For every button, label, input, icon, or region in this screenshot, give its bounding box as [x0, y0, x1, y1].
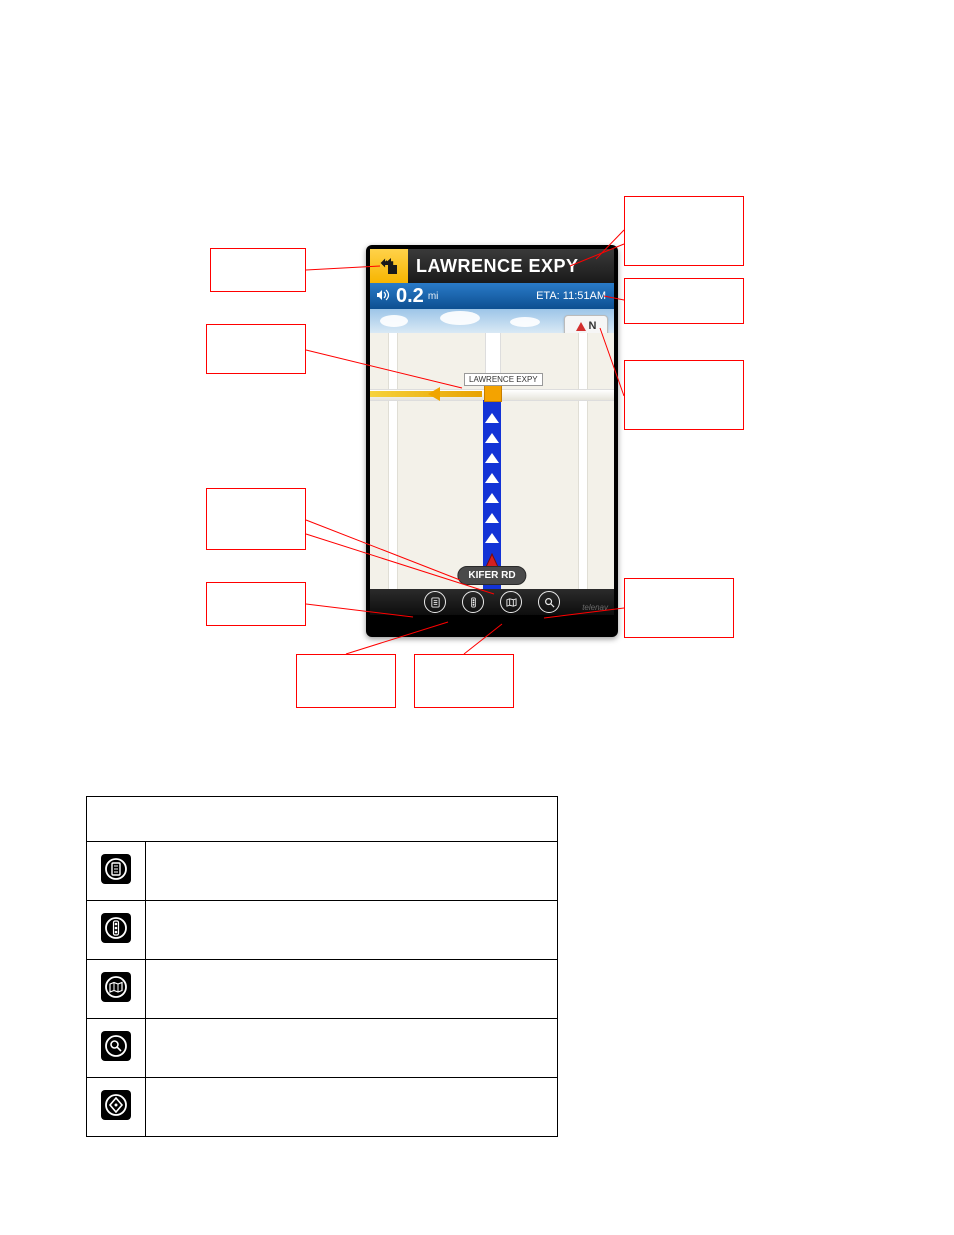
icon-legend-table: [86, 796, 558, 1137]
callout-map-label: [206, 324, 306, 374]
route-chevron-icon: [485, 433, 499, 443]
desc-cell: [146, 1019, 558, 1078]
end-trip-icon: [101, 1090, 131, 1120]
route-chevron-icon: [485, 493, 499, 503]
turn-preview-line: [370, 391, 482, 397]
brand-label: telenav: [582, 603, 608, 612]
map-road-label: LAWRENCE EXPY: [464, 373, 543, 386]
traffic-button[interactable]: [462, 591, 484, 613]
callout-next-turn-icon: [210, 248, 306, 292]
table-row: [87, 960, 558, 1019]
callout-next-turn-road: [624, 196, 744, 266]
turn-preview-arrow-icon: [428, 387, 440, 401]
table-row: [87, 901, 558, 960]
route-chevron-icon: [485, 473, 499, 483]
search-button[interactable]: [538, 591, 560, 613]
table-header-row: [87, 797, 558, 842]
route-chevron-icon: [485, 413, 499, 423]
compass-arrow-icon: [576, 322, 586, 331]
speaker-icon[interactable]: [376, 289, 390, 304]
distance-value: 0.2: [396, 285, 424, 308]
phone-screen: LAWRENCE EXPY 0.2 mi ETA: 11:51AM N: [370, 249, 614, 615]
icon-cell: [87, 960, 146, 1019]
table-row: [87, 1019, 558, 1078]
icon-cell: [87, 901, 146, 960]
distance-unit: mi: [428, 291, 439, 302]
map-view-icon: [101, 972, 131, 1002]
map-area[interactable]: LAWRENCE EXPY KIFER RD: [370, 333, 614, 589]
route-summary-button[interactable]: [424, 591, 446, 613]
map-view-button[interactable]: [500, 591, 522, 613]
desc-cell: [146, 842, 558, 901]
desc-cell: [146, 901, 558, 960]
next-turn-road: LAWRENCE EXPY: [408, 256, 614, 277]
callout-compass: [624, 360, 744, 430]
callout-toolbar-btn2: [296, 654, 396, 708]
callout-current-road: [206, 488, 306, 550]
turn-left-icon[interactable]: [370, 249, 408, 283]
nav-header: LAWRENCE EXPY: [370, 249, 614, 283]
callout-toolbar-btn1: [206, 582, 306, 626]
phone-mockup: LAWRENCE EXPY 0.2 mi ETA: 11:51AM N: [366, 245, 618, 637]
eta-label: ETA: 11:51AM: [536, 290, 606, 302]
current-road-label: KIFER RD: [457, 566, 526, 585]
icon-cell: [87, 1078, 146, 1137]
route-chevron-icon: [485, 513, 499, 523]
callout-toolbar-btn4: [624, 578, 734, 638]
table-header-cell: [87, 797, 558, 842]
icon-cell: [87, 1019, 146, 1078]
route-chevron-icon: [485, 453, 499, 463]
nav-subheader: 0.2 mi ETA: 11:51AM: [370, 283, 614, 309]
intersection-node: [484, 384, 502, 402]
document-page: LAWRENCE EXPY 0.2 mi ETA: 11:51AM N: [0, 0, 954, 1235]
search-icon: [101, 1031, 131, 1061]
table-row: [87, 1078, 558, 1137]
route-summary-icon: [101, 854, 131, 884]
desc-cell: [146, 1078, 558, 1137]
compass-label: N: [589, 320, 597, 332]
icon-cell: [87, 842, 146, 901]
callout-eta: [624, 278, 744, 324]
table-row: [87, 842, 558, 901]
route-chevron-icon: [485, 533, 499, 543]
callout-toolbar-btn3: [414, 654, 514, 708]
desc-cell: [146, 960, 558, 1019]
nav-toolbar: telenav: [370, 589, 614, 615]
traffic-icon: [101, 913, 131, 943]
